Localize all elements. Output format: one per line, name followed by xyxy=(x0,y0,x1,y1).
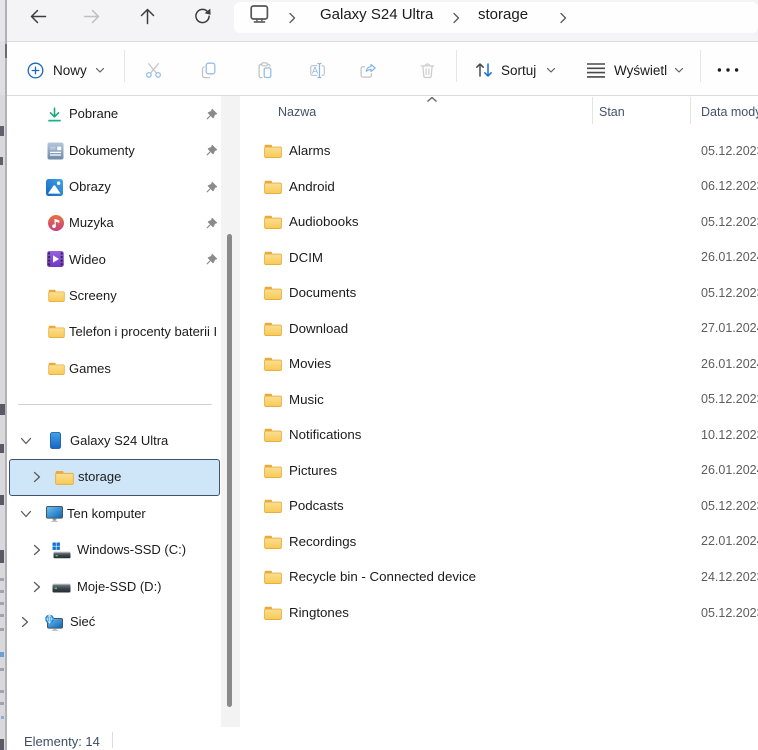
svg-text:A: A xyxy=(312,65,318,75)
